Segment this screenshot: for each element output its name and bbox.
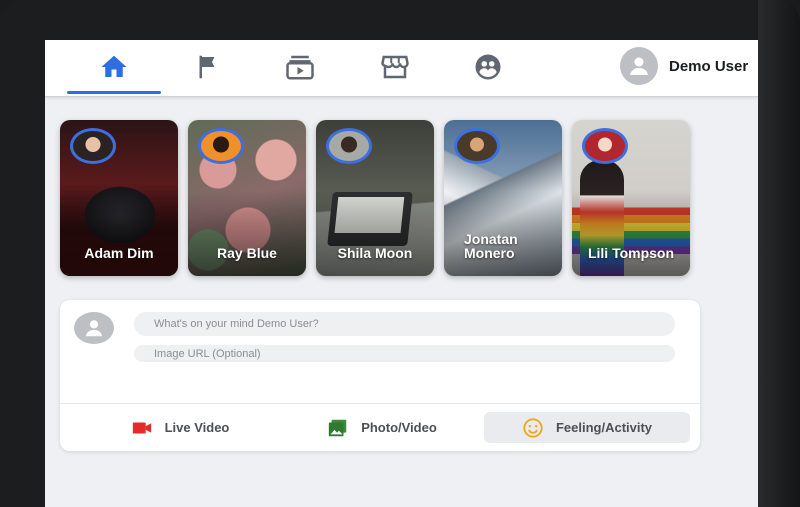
story-avatar [582, 128, 628, 164]
nav-tab-pages[interactable] [160, 50, 254, 84]
story-name: Adam Dim [84, 245, 154, 261]
nav-tab-groups[interactable] [441, 50, 535, 84]
composer-avatar [74, 312, 114, 344]
story-card[interactable]: Lili Tompson [572, 120, 690, 276]
user-profile-menu[interactable]: Demo User [620, 47, 749, 85]
composer-divider [60, 403, 700, 404]
user-name: Demo User [669, 57, 749, 75]
groups-icon [475, 54, 501, 80]
home-icon [101, 55, 127, 77]
story-card[interactable]: Ray Blue [188, 120, 306, 276]
photo-video-button[interactable]: Photo/Video [282, 412, 482, 443]
flag-icon [199, 55, 215, 79]
photo-video-label: Photo/Video [361, 420, 437, 435]
video-icon [286, 55, 314, 80]
nav-tab-watch[interactable] [253, 50, 347, 84]
live-video-label: Live Video [164, 420, 230, 435]
video-camera-icon [132, 422, 151, 433]
story-card[interactable]: Jonatan Monero [444, 120, 562, 276]
photo-icon [329, 419, 347, 436]
top-navigation-bar: Demo User [45, 40, 758, 97]
story-avatar [326, 128, 372, 164]
image-url-input[interactable] [134, 345, 675, 362]
post-text-input[interactable] [134, 312, 675, 336]
smiley-icon [523, 417, 543, 438]
person-icon [85, 320, 103, 337]
story-name: Lili Tompson [587, 245, 675, 261]
feeling-activity-label: Feeling/Activity [555, 420, 653, 435]
nav-tab-marketplace[interactable] [348, 50, 442, 84]
story-name: Shila Moon [337, 245, 413, 261]
person-icon [630, 57, 648, 75]
storefront-icon [381, 55, 409, 79]
story-card[interactable]: Adam Dim [60, 120, 178, 276]
feeling-activity-button[interactable]: Feeling/Activity [484, 412, 690, 443]
story-avatar [454, 128, 500, 164]
story-avatar [198, 128, 244, 164]
story-name: Ray Blue [217, 245, 277, 261]
user-avatar [620, 47, 658, 85]
story-avatar [70, 128, 116, 164]
nav-tab-home[interactable] [67, 50, 161, 94]
story-card[interactable]: Shila Moon [316, 120, 434, 276]
story-name: Jonatan Monero [464, 231, 518, 261]
post-composer: Live Video Photo/Video Feeling/Activity [60, 300, 700, 451]
app-screen: Demo User Adam Dim Ray Blue Shila Moon J… [45, 40, 758, 507]
live-video-button[interactable]: Live Video [80, 412, 280, 443]
